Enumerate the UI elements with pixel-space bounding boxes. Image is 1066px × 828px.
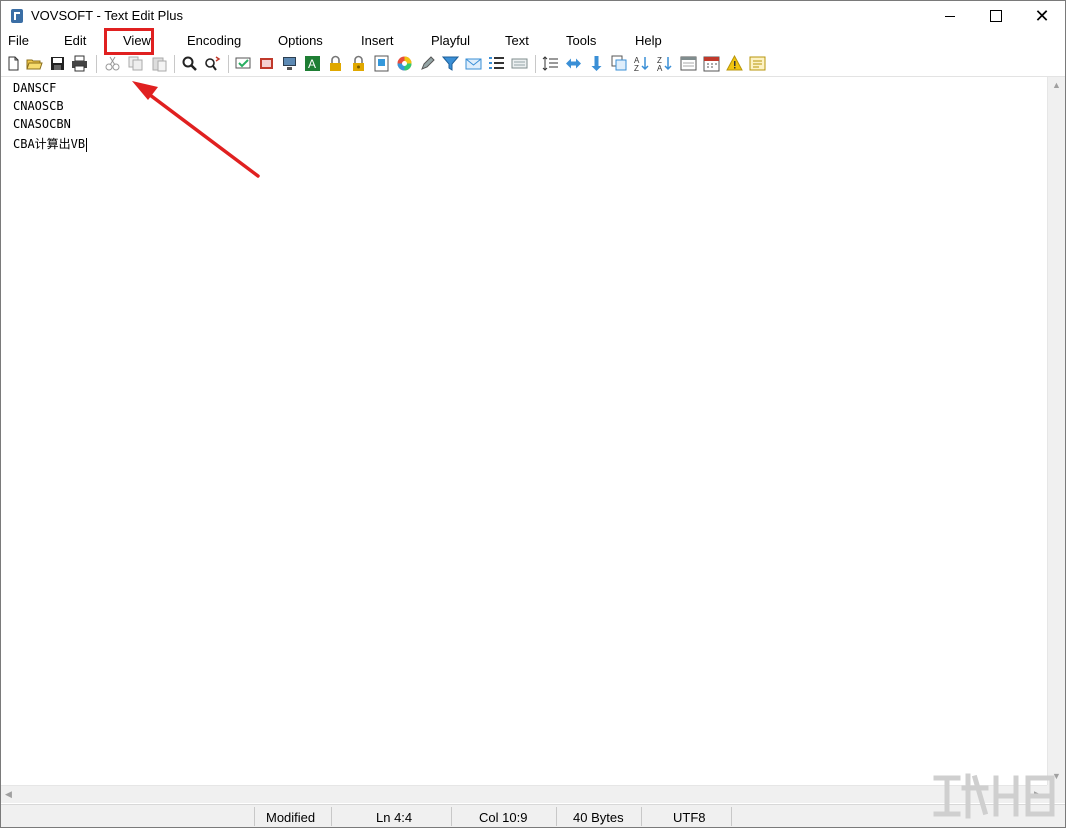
toolbar-separator: [96, 55, 97, 73]
duplicate-icon[interactable]: [611, 55, 628, 72]
text-line: CNAOSCB: [13, 99, 64, 113]
status-separator: [451, 807, 452, 826]
status-separator: [641, 807, 642, 826]
filter-icon[interactable]: [442, 55, 459, 72]
sort-za-icon[interactable]: ZA: [657, 55, 674, 72]
svg-text:A: A: [308, 57, 316, 71]
svg-text:Z: Z: [634, 64, 639, 72]
warning-icon[interactable]: [726, 55, 743, 72]
minimize-button[interactable]: [927, 1, 973, 31]
menu-playful[interactable]: Playful: [431, 33, 470, 48]
title-bar: VOVSOFT - Text Edit Plus ✕: [1, 1, 1065, 31]
app-logo-icon: [11, 9, 23, 23]
maximize-button[interactable]: [973, 1, 1019, 31]
status-line: Ln 4:4: [376, 810, 413, 825]
toolbar-separator: [174, 55, 175, 73]
find-icon[interactable]: [181, 55, 198, 72]
note-icon[interactable]: [749, 55, 766, 72]
text-caret: [86, 137, 88, 152]
save-icon[interactable]: [49, 55, 66, 72]
swap-horizontal-icon[interactable]: [565, 55, 582, 72]
calendar-icon[interactable]: [703, 55, 720, 72]
status-column: Col 10:9: [479, 810, 528, 825]
app-window: VOVSOFT - Text Edit Plus ✕ File Edit Vie…: [0, 0, 1066, 828]
monitor-icon[interactable]: [281, 55, 298, 72]
text-editor[interactable]: DANSCF CNAOSCB CNASOCBN CBA计算出VB: [1, 77, 1047, 785]
mail-icon[interactable]: [465, 55, 482, 72]
status-modified: Modified: [266, 810, 316, 825]
menu-options[interactable]: Options: [278, 33, 323, 48]
lock-icon[interactable]: [327, 55, 344, 72]
font-icon[interactable]: A: [304, 55, 321, 72]
status-bar: Modified Ln 4:4 Col 10:9 40 Bytes UTF8: [1, 804, 1065, 827]
close-icon: ✕: [1034, 6, 1050, 26]
sort-az-icon[interactable]: AZ: [634, 55, 651, 72]
toolbar-separator: [228, 55, 229, 73]
window-title: VOVSOFT - Text Edit Plus: [31, 8, 183, 23]
status-separator: [731, 807, 732, 826]
close-button[interactable]: ✕: [1019, 1, 1065, 31]
list-icon[interactable]: [488, 55, 505, 72]
menu-text[interactable]: Text: [505, 33, 529, 48]
vertical-scrollbar[interactable]: ▲ ▼: [1047, 77, 1065, 785]
spellcheck-icon[interactable]: [235, 55, 252, 72]
print-icon[interactable]: [71, 55, 88, 72]
status-encoding: UTF8: [673, 810, 706, 825]
menu-bar: File Edit View Encoding Options Insert P…: [1, 31, 1065, 51]
menu-tools[interactable]: Tools: [566, 33, 596, 48]
toolbar: A AZ ZA: [1, 52, 1065, 77]
color-wheel-icon[interactable]: [396, 55, 413, 72]
status-size: 40 Bytes: [573, 810, 624, 825]
window-icon[interactable]: [680, 55, 697, 72]
info-icon[interactable]: [373, 55, 390, 72]
minimize-icon: [945, 15, 955, 17]
replace-icon[interactable]: [204, 55, 221, 72]
pen-icon[interactable]: [419, 55, 436, 72]
menu-help[interactable]: Help: [635, 33, 662, 48]
svg-text:A: A: [657, 64, 663, 72]
scroll-up-icon[interactable]: ▲: [1052, 80, 1061, 90]
text-line-current: CBA计算出VB: [13, 135, 88, 152]
maximize-icon: [990, 10, 1002, 22]
menu-insert[interactable]: Insert: [361, 33, 394, 48]
horizontal-scrollbar[interactable]: ◀ ▶: [1, 785, 1047, 803]
open-folder-icon[interactable]: [26, 55, 43, 72]
unlock-icon[interactable]: [350, 55, 367, 72]
status-separator: [254, 807, 255, 826]
menu-encoding[interactable]: Encoding: [187, 33, 241, 48]
toolbar-separator: [535, 55, 536, 73]
line-spacing-icon[interactable]: [542, 55, 559, 72]
status-separator: [556, 807, 557, 826]
menu-file[interactable]: File: [8, 33, 29, 48]
text-line-content: CBA计算出VB: [13, 137, 86, 151]
scroll-left-icon[interactable]: ◀: [5, 789, 12, 800]
copy-icon[interactable]: [127, 55, 144, 72]
book-icon[interactable]: [258, 55, 275, 72]
swap-vertical-icon[interactable]: [588, 55, 605, 72]
new-file-icon[interactable]: [5, 55, 22, 72]
cut-icon[interactable]: [104, 55, 121, 72]
text-line: DANSCF: [13, 81, 57, 95]
status-separator: [331, 807, 332, 826]
annotation-highlight-box: [104, 28, 154, 55]
keyboard-icon[interactable]: [511, 55, 528, 72]
watermark-logo-icon: [933, 773, 1055, 819]
text-line: CNASOCBN: [13, 117, 71, 131]
paste-icon[interactable]: [151, 55, 168, 72]
menu-edit[interactable]: Edit: [64, 33, 86, 48]
